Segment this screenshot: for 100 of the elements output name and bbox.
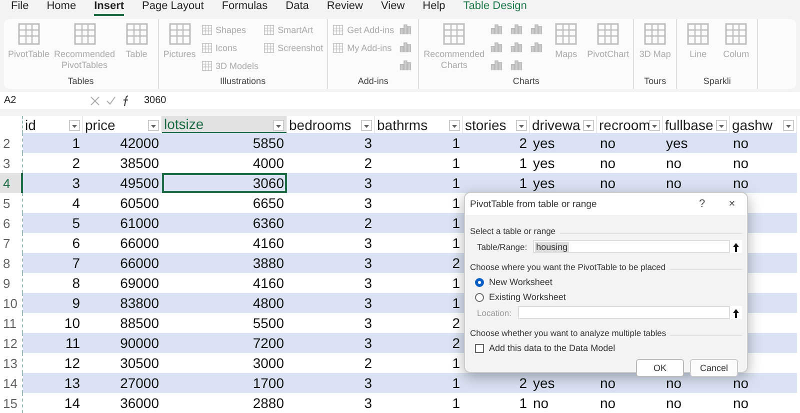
table-cell-text: 5500 xyxy=(252,314,285,333)
table-cell-text: 7200 xyxy=(252,334,285,353)
filter-button[interactable] xyxy=(516,120,527,131)
grid-icon xyxy=(686,21,710,47)
ribbon-tab[interactable]: Insert xyxy=(94,0,124,16)
ribbon-tab[interactable]: Data xyxy=(286,0,309,16)
formula-field[interactable]: 3060 xyxy=(138,95,166,106)
table-cell-text: 3 xyxy=(363,174,373,193)
table-cell-text: no xyxy=(599,174,617,193)
filter-button[interactable] xyxy=(583,120,594,131)
group-label: Illustrations xyxy=(219,76,267,88)
up-arrow-icon xyxy=(732,308,740,318)
radio-option[interactable]: Existing Worksheet xyxy=(470,291,572,303)
table-cell-text: 1 xyxy=(451,294,461,313)
grid-icon xyxy=(200,24,213,36)
table-cell-text: 12 xyxy=(63,354,81,373)
function-icon xyxy=(122,94,130,106)
checkbox[interactable] xyxy=(475,344,484,352)
dialog-button[interactable]: OK xyxy=(636,359,684,377)
table-cell-text: 5850 xyxy=(252,134,285,153)
filter-button[interactable] xyxy=(716,120,727,131)
header-label: gashw xyxy=(732,116,772,132)
table-cell-text: no xyxy=(599,154,617,173)
input-field[interactable]: housing xyxy=(533,240,730,253)
filter-button[interactable] xyxy=(273,120,284,131)
table-cell-text: 4160 xyxy=(252,234,285,253)
table-cell-text: no xyxy=(532,394,550,413)
checkbox-option[interactable]: Add this data to the Data Model xyxy=(470,342,622,354)
table-cell-text: 60500 xyxy=(119,194,160,213)
table-cell-text: 4800 xyxy=(252,294,285,313)
grid-icon xyxy=(724,21,748,47)
ribbon-tab[interactable]: File xyxy=(11,0,29,16)
table-cell-text: 90000 xyxy=(119,334,160,353)
help-button[interactable]: ? xyxy=(687,198,717,210)
radio-option[interactable]: New Worksheet xyxy=(470,276,558,288)
ribbon-tab[interactable]: Review xyxy=(326,0,363,16)
table-cell-text: 38500 xyxy=(119,154,160,173)
table-cell-text: 3 xyxy=(363,294,373,313)
ribbon-tab[interactable]: Page Layout xyxy=(142,0,204,16)
filter-button[interactable] xyxy=(783,120,794,131)
table-cell-text: no xyxy=(599,134,617,153)
grid-icon xyxy=(262,42,275,54)
dialog-button[interactable]: Cancel xyxy=(690,359,738,377)
table-cell-text: yes xyxy=(532,134,556,153)
input-field[interactable] xyxy=(518,306,730,319)
ribbon-tab[interactable]: View xyxy=(381,0,405,16)
table-cell-text: 2 xyxy=(518,134,528,153)
table-cell-text: 69000 xyxy=(119,274,160,293)
name-box[interactable]: A2 xyxy=(0,95,82,106)
table-cell-text: no xyxy=(732,154,750,173)
table-cell-text: 30500 xyxy=(119,354,160,373)
table-cell: 3060 xyxy=(162,173,287,193)
close-button[interactable]: × xyxy=(717,198,747,210)
table-cell-text: 1 xyxy=(451,394,461,413)
ribbon-tab[interactable]: Table Design xyxy=(463,0,527,16)
table-cell-text: 1 xyxy=(518,174,528,193)
row-number: 8 xyxy=(0,253,23,273)
filter-button[interactable] xyxy=(649,120,660,131)
ribbon-tab[interactable]: Help xyxy=(422,0,446,16)
row-number: 12 xyxy=(0,333,23,353)
header-label: bathrms xyxy=(377,116,428,132)
table-cell-text: 1 xyxy=(451,134,461,153)
table-cell-text: no xyxy=(732,374,750,393)
ribbon-tab[interactable]: Formulas xyxy=(222,0,268,16)
table-cell-text: 6360 xyxy=(252,214,285,233)
radio-icon[interactable] xyxy=(475,292,484,302)
table-cell-text: no xyxy=(732,394,750,413)
header-label: recroom xyxy=(599,116,650,132)
filter-button[interactable] xyxy=(69,120,80,131)
table-cell-text: 36000 xyxy=(119,394,160,413)
radio-icon[interactable] xyxy=(475,278,484,286)
table-cell-text: 3 xyxy=(363,274,373,293)
table-cell-text: no xyxy=(665,394,683,413)
filter-button[interactable] xyxy=(361,120,372,131)
table-cell-text: yes xyxy=(532,174,556,193)
table-cell-text: no xyxy=(732,134,750,153)
collapse-button[interactable] xyxy=(730,306,742,319)
table-cell-text: 2 xyxy=(451,334,461,353)
table-cell-text: 1 xyxy=(451,274,461,293)
table-cell-text: 3 xyxy=(363,374,373,393)
grid-icon xyxy=(262,24,275,36)
table-cell-text: 3 xyxy=(363,134,373,153)
header-label: bedrooms xyxy=(289,116,352,132)
table-cell-text: no xyxy=(665,154,683,173)
header-label: fullbase xyxy=(665,116,714,132)
column-header[interactable]: lotsize xyxy=(162,116,287,133)
table-cell-text: 4160 xyxy=(252,274,285,293)
header-label: drivewa xyxy=(532,116,580,132)
ribbon-tab[interactable]: Home xyxy=(46,0,76,16)
section-heading: Select a table or range xyxy=(470,226,560,236)
table-cell-text: 2 xyxy=(71,154,81,173)
table-cell-text: 9 xyxy=(71,294,81,313)
group-label: Add-ins xyxy=(356,76,390,88)
table-cell-text: 2 xyxy=(451,314,461,333)
filter-button[interactable] xyxy=(449,120,460,131)
table-cell-text: 61000 xyxy=(119,214,160,233)
collapse-button[interactable] xyxy=(730,240,742,253)
grid-icon xyxy=(442,21,466,47)
filter-button[interactable] xyxy=(148,120,159,131)
table-cell-text: 1 xyxy=(71,134,81,153)
